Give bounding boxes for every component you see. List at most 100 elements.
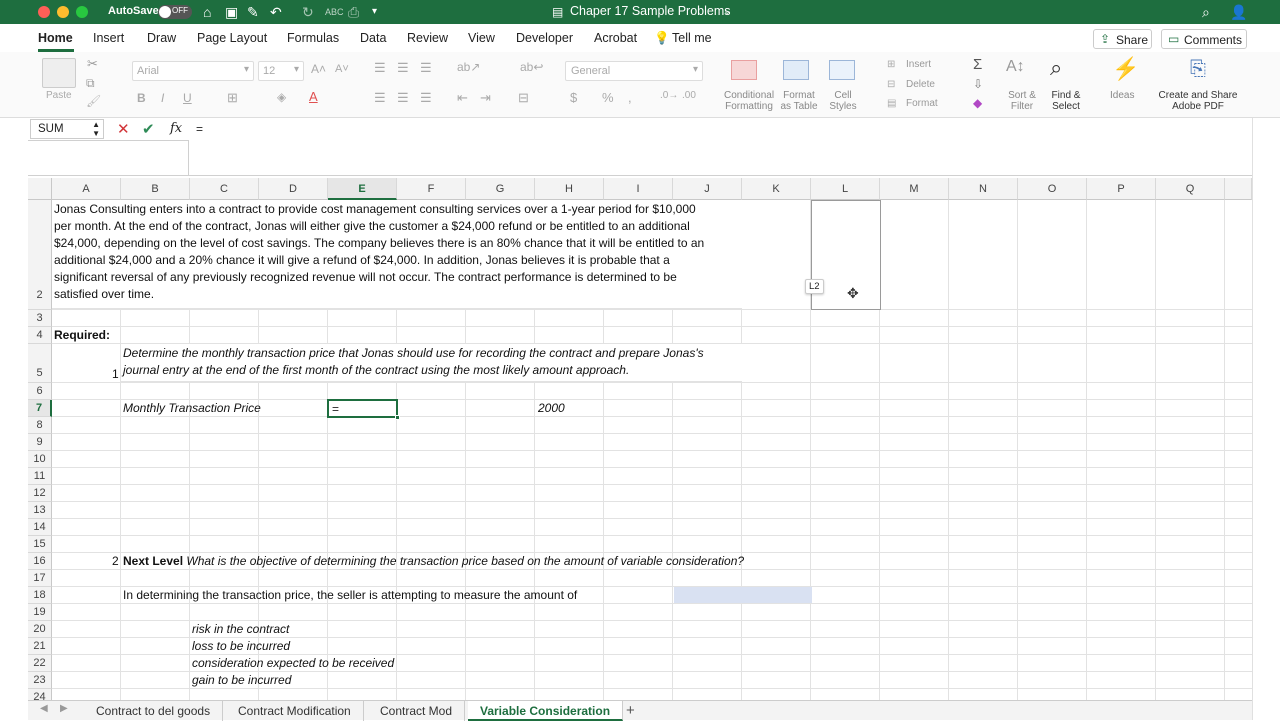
italic-icon[interactable]: I: [161, 91, 164, 105]
add-sheet-button[interactable]: +: [626, 701, 635, 721]
decrease-decimal-icon[interactable]: .00: [682, 90, 696, 101]
edit-icon[interactable]: ✎: [247, 3, 259, 21]
worksheet-grid[interactable]: A B C D E F G H I J K L M N O P Q 2 3 4 …: [28, 178, 1252, 700]
tab-view[interactable]: View: [468, 31, 495, 45]
chevron-down-icon[interactable]: ⌄: [723, 3, 731, 21]
select-all-corner[interactable]: [28, 178, 52, 200]
autosave-toggle[interactable]: OFF: [158, 5, 192, 19]
underline-icon[interactable]: U: [183, 91, 192, 105]
borders-icon[interactable]: ⊞: [227, 90, 238, 106]
tab-acrobat[interactable]: Acrobat: [594, 31, 637, 45]
cell-b16[interactable]: Next Level What is the objective of dete…: [123, 554, 744, 568]
comma-style-icon[interactable]: ,: [628, 90, 632, 105]
column-header-a[interactable]: A: [52, 178, 121, 200]
bold-icon[interactable]: B: [137, 91, 146, 105]
scroll-tabs-left-icon[interactable]: ◀: [40, 703, 48, 714]
column-header-o[interactable]: O: [1018, 178, 1087, 200]
cell-styles-icon[interactable]: [829, 60, 855, 80]
decrease-font-icon[interactable]: A˅: [335, 63, 349, 75]
share-button[interactable]: ⇪ Share: [1093, 29, 1152, 49]
increase-indent-icon[interactable]: ⇥: [480, 90, 491, 106]
decrease-indent-icon[interactable]: ⇤: [457, 90, 468, 106]
row-header-5[interactable]: 5: [28, 344, 52, 383]
row-header-16[interactable]: 16: [28, 553, 52, 570]
column-header-l[interactable]: L: [811, 178, 880, 200]
insert-function-button[interactable]: fx: [170, 121, 182, 136]
fill-handle[interactable]: [395, 415, 400, 420]
fill-icon[interactable]: ⇩: [973, 77, 983, 91]
row-header-21[interactable]: 21: [28, 638, 52, 655]
orientation-icon[interactable]: ab↗: [457, 60, 480, 74]
cell-c20[interactable]: risk in the contract: [192, 622, 289, 636]
row-header-12[interactable]: 12: [28, 485, 52, 502]
tab-formulas[interactable]: Formulas: [287, 31, 339, 45]
name-box[interactable]: SUM ▲ ▼: [30, 119, 104, 139]
tab-data[interactable]: Data: [360, 31, 386, 45]
tab-draw[interactable]: Draw: [147, 31, 176, 45]
column-header-g[interactable]: G: [466, 178, 535, 200]
account-icon[interactable]: 👤: [1230, 3, 1247, 21]
scroll-tabs-right-icon[interactable]: ▶: [60, 703, 68, 714]
vertical-scrollbar[interactable]: [1252, 118, 1280, 720]
active-cell-e7[interactable]: =: [327, 399, 400, 420]
sheet-tab-contract-mod[interactable]: Contract Mod: [368, 701, 466, 721]
format-cells-button[interactable]: Format: [906, 98, 938, 109]
autosum-icon[interactable]: Σ: [973, 56, 982, 73]
format-as-table-icon[interactable]: [783, 60, 809, 80]
increase-font-icon[interactable]: A˄: [311, 62, 326, 76]
find-select-icon[interactable]: ⌕: [1050, 55, 1062, 81]
copy-icon[interactable]: ⧉: [86, 76, 95, 91]
fill-color-icon[interactable]: ◈: [277, 90, 286, 104]
row-header-6[interactable]: 6: [28, 383, 52, 400]
row-header-19[interactable]: 19: [28, 604, 52, 621]
column-header-h[interactable]: H: [535, 178, 604, 200]
column-header-q[interactable]: Q: [1156, 178, 1225, 200]
column-header-n[interactable]: N: [949, 178, 1018, 200]
sheet-tab-contract-to-del-goods[interactable]: Contract to del goods: [84, 701, 224, 721]
align-top-icon[interactable]: ☰: [374, 60, 386, 76]
cell-a16[interactable]: 2: [112, 554, 119, 568]
print-icon[interactable]: ⎙: [348, 3, 359, 21]
row-header-7[interactable]: 7: [28, 400, 52, 417]
conditional-formatting-button[interactable]: Conditional Formatting: [724, 90, 774, 112]
find-select-button[interactable]: Find & Select: [1046, 90, 1086, 112]
zoom-window-button[interactable]: [76, 6, 88, 18]
sheet-tab-variable-consideration[interactable]: Variable Consideration: [468, 701, 624, 721]
number-format-select[interactable]: General ▾: [565, 61, 703, 81]
row-header-2[interactable]: 2: [28, 200, 52, 310]
align-right-icon[interactable]: ☰: [420, 90, 432, 106]
sort-filter-button[interactable]: Sort & Filter: [1003, 90, 1041, 112]
row-header-10[interactable]: 10: [28, 451, 52, 468]
format-painter-icon[interactable]: 🖌: [86, 94, 101, 108]
answer-cell-j18[interactable]: [674, 587, 812, 603]
wrap-text-icon[interactable]: ab↩: [520, 60, 543, 74]
create-share-pdf-button[interactable]: Create and Share Adobe PDF: [1158, 90, 1238, 112]
font-color-icon[interactable]: A: [309, 89, 318, 104]
row-header-24[interactable]: 24: [28, 689, 52, 700]
sheet-tab-contract-modification[interactable]: Contract Modification: [226, 701, 364, 721]
cell-styles-button[interactable]: Cell Styles: [825, 90, 861, 112]
cell-b7[interactable]: Monthly Transaction Price: [123, 401, 261, 415]
currency-icon[interactable]: $: [570, 90, 577, 105]
row-header-13[interactable]: 13: [28, 502, 52, 519]
cancel-entry-icon[interactable]: ✕: [117, 120, 130, 138]
ideas-icon[interactable]: ⚡: [1112, 56, 1139, 82]
column-header-j[interactable]: J: [673, 178, 742, 200]
row-header-17[interactable]: 17: [28, 570, 52, 587]
align-bottom-icon[interactable]: ☰: [420, 60, 432, 76]
column-header-d[interactable]: D: [259, 178, 328, 200]
cell-a5[interactable]: 1: [112, 367, 119, 381]
insert-cells-button[interactable]: Insert: [906, 59, 931, 70]
row-header-3[interactable]: 3: [28, 310, 52, 327]
clear-icon[interactable]: ◆: [973, 96, 982, 110]
confirm-entry-icon[interactable]: ✔: [142, 120, 155, 138]
ideas-button[interactable]: Ideas: [1110, 90, 1134, 101]
tab-page-layout[interactable]: Page Layout: [197, 31, 267, 45]
column-header-b[interactable]: B: [121, 178, 190, 200]
font-size-select[interactable]: 12 ▾: [258, 61, 304, 81]
cell-h7[interactable]: 2000: [538, 401, 565, 415]
align-middle-icon[interactable]: ☰: [397, 60, 409, 76]
paste-button[interactable]: Paste: [46, 90, 72, 101]
cell-c22[interactable]: consideration expected to be received: [192, 656, 394, 670]
delete-cells-button[interactable]: Delete: [906, 79, 935, 90]
